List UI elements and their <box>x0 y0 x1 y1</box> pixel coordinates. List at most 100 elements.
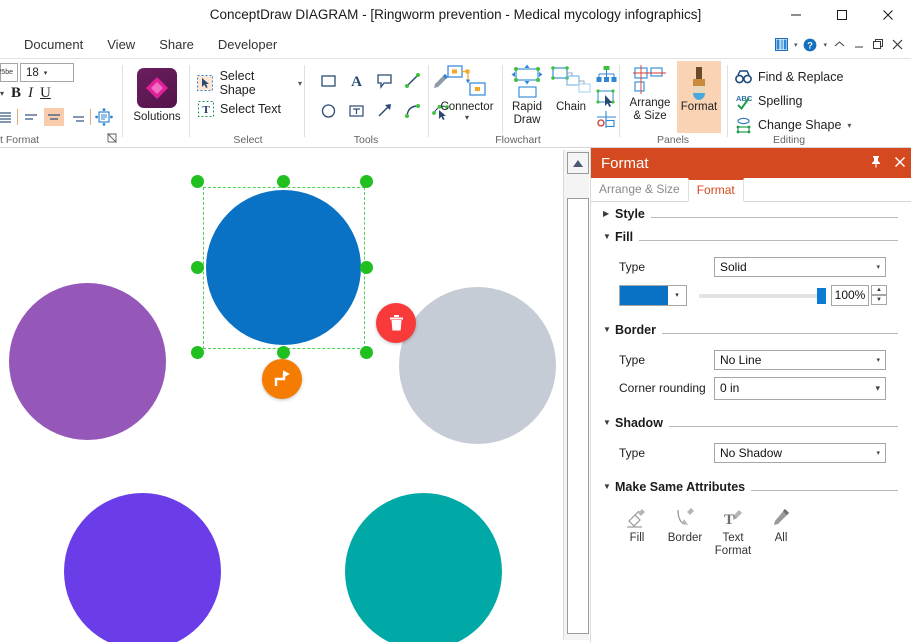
rapid-draw-button[interactable]: Rapid Draw <box>506 63 548 126</box>
fill-opacity-value[interactable]: 100% <box>831 284 869 306</box>
section-fill[interactable]: ▼ Fill <box>591 225 911 248</box>
selection-handle-w[interactable] <box>191 261 204 274</box>
fill-type-select[interactable]: Solid ▾ <box>714 256 886 277</box>
fill-opacity-slider[interactable] <box>699 285 826 305</box>
menu-item-view[interactable]: View <box>95 30 147 59</box>
section-make-same-attributes[interactable]: ▼ Make Same Attributes <box>591 475 911 498</box>
opacity-slider-thumb[interactable] <box>817 288 826 304</box>
bold-button[interactable]: B <box>11 85 21 102</box>
make-same-border-button[interactable]: Border <box>661 504 709 558</box>
scroll-up-button[interactable] <box>567 152 589 174</box>
help-caret-icon[interactable]: ▾ <box>823 41 827 49</box>
canvas-vertical-scrollbar[interactable] <box>563 150 589 640</box>
solutions-icon[interactable] <box>137 68 177 108</box>
select-text-button[interactable]: T Select Text <box>197 96 302 122</box>
menu-item-document[interactable]: Document <box>12 30 95 59</box>
ellipse-tool-icon[interactable] <box>314 95 342 125</box>
doc-restore-icon[interactable] <box>871 39 886 50</box>
underline-button[interactable]: U <box>40 85 51 102</box>
tab-arrange-size[interactable]: Arrange & Size <box>591 178 688 202</box>
rectangle-tool-icon[interactable] <box>314 65 342 95</box>
circle-gray[interactable] <box>399 287 556 444</box>
make-same-buttons: Fill Border T Text Format All <box>591 504 911 558</box>
selection-handle-n[interactable] <box>277 175 290 188</box>
close-button[interactable] <box>865 0 911 30</box>
shadow-type-select[interactable]: No Shadow ▾ <box>714 442 886 463</box>
change-shape-caret-icon[interactable]: ▾ <box>847 121 851 130</box>
selection-handle-s[interactable] <box>277 346 290 359</box>
border-type-select[interactable]: No Line ▾ <box>714 349 886 370</box>
panel-close-icon[interactable] <box>888 156 911 171</box>
font-size-combo[interactable]: 18 ▾ <box>20 63 74 82</box>
text-tool-icon[interactable]: A <box>342 65 370 95</box>
fill-color-button[interactable]: ▾ <box>619 284 687 306</box>
opacity-decrement-button[interactable]: ▼ <box>871 295 887 305</box>
make-same-expand-icon[interactable]: ▼ <box>603 482 615 491</box>
text-format-dialog-launcher[interactable] <box>106 133 117 145</box>
pin-icon[interactable] <box>864 155 888 171</box>
circle-violet[interactable] <box>64 493 221 642</box>
find-replace-button[interactable]: Find & Replace <box>735 65 911 89</box>
style-expand-icon[interactable]: ▶ <box>603 209 615 218</box>
align-center-button[interactable] <box>44 108 64 126</box>
panels-caret-icon[interactable]: ▾ <box>794 41 798 49</box>
border-expand-icon[interactable]: ▼ <box>603 325 615 334</box>
doc-close-icon[interactable] <box>890 39 905 50</box>
format-panel-button[interactable]: Format <box>677 61 721 133</box>
doc-minimize-icon[interactable] <box>852 39 867 50</box>
panels-icon[interactable] <box>773 38 790 51</box>
align-right-button[interactable] <box>67 108 87 126</box>
align-justify-button[interactable] <box>0 108 14 126</box>
section-border[interactable]: ▼ Border <box>591 318 911 341</box>
selection-handle-sw[interactable] <box>191 346 204 359</box>
tree-layout-icon[interactable] <box>593 63 619 86</box>
fill-expand-icon[interactable]: ▼ <box>603 232 615 241</box>
chain-button[interactable]: Chain <box>550 63 592 113</box>
selection-handle-nw[interactable] <box>191 175 204 188</box>
make-same-text-format-button[interactable]: T Text Format <box>709 504 757 558</box>
font-color-caret-icon[interactable]: ▾ <box>0 89 4 98</box>
scroll-track[interactable] <box>567 198 589 634</box>
selection-handle-se[interactable] <box>360 346 373 359</box>
arrow-tool-icon[interactable] <box>370 95 398 125</box>
opacity-increment-button[interactable]: ▲ <box>871 285 887 295</box>
shadow-expand-icon[interactable]: ▼ <box>603 418 615 427</box>
minimize-button[interactable] <box>773 0 819 30</box>
fill-color-caret-icon[interactable]: ▾ <box>668 291 686 299</box>
spelling-button[interactable]: ABC Spelling <box>735 89 911 113</box>
maximize-button[interactable] <box>819 0 865 30</box>
arrange-size-button[interactable]: Arrange & Size <box>625 63 675 122</box>
make-same-fill-button[interactable]: Fill <box>613 504 661 558</box>
find-replace-icon <box>735 69 752 86</box>
connector-button[interactable]: Connector ▾ <box>434 63 500 122</box>
connector-caret-icon[interactable]: ▾ <box>434 113 500 122</box>
split-connector-icon[interactable] <box>593 109 619 131</box>
menu-item-developer[interactable]: Developer <box>206 30 289 59</box>
select-connected-icon[interactable] <box>593 86 619 109</box>
section-style[interactable]: ▶ Style <box>591 202 911 225</box>
delete-shape-button[interactable] <box>376 303 416 343</box>
circle-teal[interactable] <box>345 493 502 642</box>
text-block-tool-icon[interactable] <box>342 95 370 125</box>
selection-handle-e[interactable] <box>360 261 373 274</box>
make-same-all-button[interactable]: All <box>757 504 805 558</box>
add-connector-button[interactable] <box>262 359 302 399</box>
callout-tool-icon[interactable] <box>370 65 398 95</box>
section-shadow[interactable]: ▼ Shadow <box>591 411 911 434</box>
ribbon-collapse-icon[interactable] <box>831 38 848 51</box>
font-family-combo[interactable]: \u25be <box>0 63 18 82</box>
corner-rounding-select[interactable]: 0 in ▾ <box>714 376 886 400</box>
text-position-button[interactable] <box>94 108 114 126</box>
italic-button[interactable]: I <box>28 85 33 102</box>
arc-tool-icon[interactable] <box>398 95 426 125</box>
tab-format[interactable]: Format <box>687 178 744 202</box>
selection-handle-ne[interactable] <box>360 175 373 188</box>
menu-item-share[interactable]: Share <box>147 30 206 59</box>
help-icon[interactable]: ? <box>801 38 819 52</box>
align-left-button[interactable] <box>21 108 41 126</box>
line-tool-icon[interactable] <box>398 65 426 95</box>
select-shape-caret-icon[interactable]: ▾ <box>298 79 302 88</box>
select-shape-button[interactable]: Select Shape ▾ <box>197 69 302 97</box>
drawing-canvas[interactable] <box>0 148 560 642</box>
circle-purple[interactable] <box>9 283 166 440</box>
